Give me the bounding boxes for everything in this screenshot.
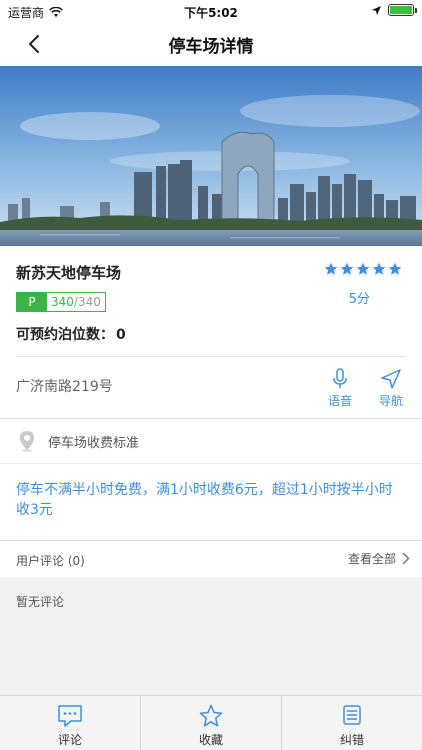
- bottom-action-bar: 评论 收藏 纠错: [0, 695, 422, 750]
- navigate-label: 导航: [378, 394, 403, 408]
- location-arrow-icon: [372, 5, 381, 15]
- comment-tab[interactable]: 评论: [0, 696, 141, 750]
- reservable-count: 0: [116, 327, 126, 343]
- star-outline-icon: [199, 704, 223, 727]
- location-pin-icon: [20, 431, 34, 452]
- navigation-arrow-icon: [381, 369, 401, 389]
- navigation-bar: 停车场详情: [0, 22, 422, 66]
- parking-lot-photo: [0, 66, 422, 246]
- no-reviews-text: 暂无评论: [16, 595, 65, 609]
- reservable-spaces: 可预约泊位数： 0: [16, 324, 126, 344]
- reservable-label: 可预约泊位数：: [16, 327, 114, 343]
- fee-description: 停车不满半小时免费，满1小时收费6元，超过1小时按半小时收3元: [16, 482, 393, 518]
- page-title: 停车场详情: [168, 37, 254, 57]
- parking-lot-name: 新苏天地停车场: [16, 264, 122, 282]
- comment-tab-label: 评论: [57, 733, 82, 747]
- parking-p-icon: P: [17, 293, 47, 311]
- parking-space-badge: P 340/340: [16, 292, 106, 312]
- navigate-button[interactable]: 导航: [371, 368, 411, 409]
- view-all-reviews-button[interactable]: 查看全部: [348, 550, 410, 567]
- battery-icon: [388, 4, 417, 16]
- report-list-icon: [343, 705, 361, 725]
- user-reviews-header: 用户评论 (0) 查看全部: [0, 540, 422, 577]
- favorite-tab[interactable]: 收藏: [141, 696, 282, 750]
- status-time: 下午5:02: [184, 6, 238, 20]
- divider: [16, 356, 406, 357]
- voice-label: 语音: [327, 394, 352, 408]
- star-icon: [372, 262, 386, 275]
- microphone-icon: [333, 368, 347, 388]
- rating-score: 5分: [348, 292, 370, 307]
- star-icon: [356, 262, 370, 275]
- reviews-count-label: 用户评论 (0): [16, 554, 85, 568]
- report-error-tab[interactable]: 纠错: [282, 696, 422, 750]
- voice-button[interactable]: 语音: [320, 368, 360, 409]
- rating-stars: [324, 262, 402, 276]
- fee-standard-header: 停车场收费标准: [0, 418, 422, 464]
- star-icon: [340, 262, 354, 275]
- report-error-tab-label: 纠错: [339, 733, 364, 747]
- chevron-right-icon: [402, 552, 410, 565]
- comment-bubble-icon: [58, 705, 82, 727]
- status-bar: 运营商 下午5:02: [0, 0, 422, 22]
- address-text: 广济南路219号: [16, 379, 113, 395]
- favorite-tab-label: 收藏: [198, 733, 223, 747]
- star-icon: [388, 262, 402, 275]
- total-spaces: /340: [73, 295, 101, 309]
- reviews-list: 暂无评论: [0, 577, 422, 695]
- fee-standard-title: 停车场收费标准: [48, 436, 140, 451]
- view-all-label: 查看全部: [347, 552, 396, 566]
- available-spaces: 340: [51, 295, 74, 309]
- star-icon: [324, 262, 338, 275]
